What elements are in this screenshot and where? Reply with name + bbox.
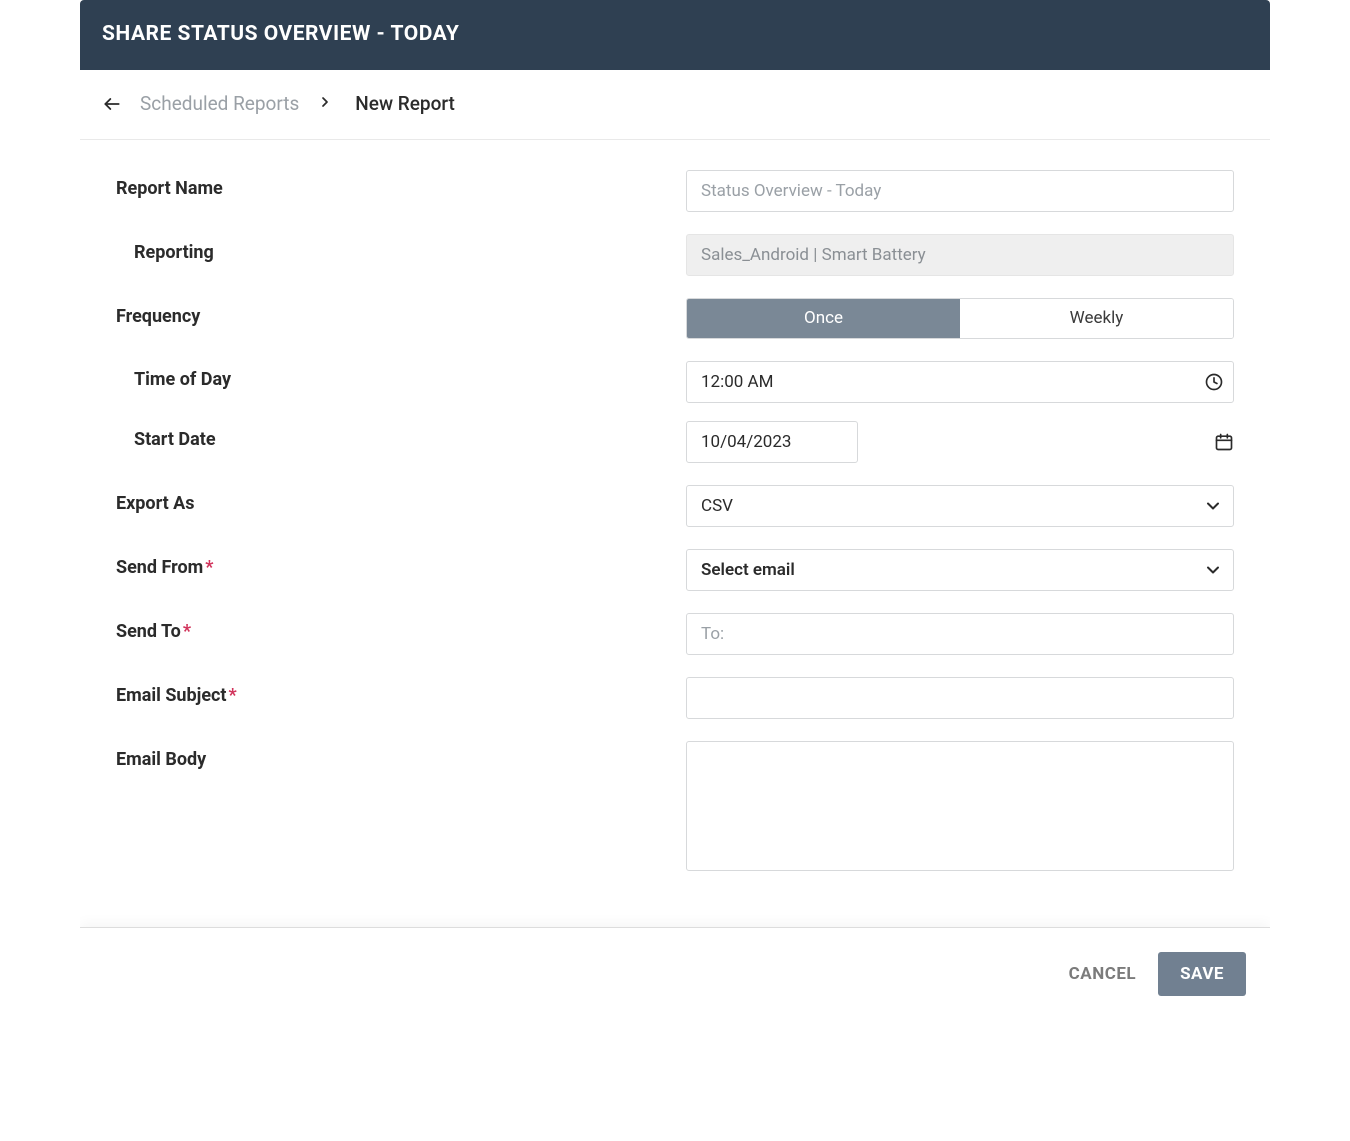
label-reporting: Reporting xyxy=(116,234,686,263)
save-button[interactable]: SAVE xyxy=(1158,952,1246,996)
cancel-button[interactable]: CANCEL xyxy=(1069,964,1136,984)
frequency-once-button[interactable]: Once xyxy=(687,299,960,338)
label-time-of-day: Time of Day xyxy=(116,361,686,390)
report-form: Report Name Reporting Sales_Android | Sm… xyxy=(80,140,1270,927)
modal-title: SHARE STATUS OVERVIEW - TODAY xyxy=(80,0,1270,70)
label-email-subject: Email Subject* xyxy=(116,677,686,706)
label-start-date: Start Date xyxy=(116,421,686,450)
reporting-value: Sales_Android | Smart Battery xyxy=(686,234,1234,276)
chevron-down-icon xyxy=(1203,496,1223,516)
label-send-from: Send From* xyxy=(116,549,686,578)
label-frequency: Frequency xyxy=(116,298,686,327)
breadcrumb-parent[interactable]: Scheduled Reports xyxy=(140,92,299,115)
chevron-right-icon xyxy=(317,94,337,114)
report-name-input[interactable] xyxy=(686,170,1234,212)
frequency-toggle: Once Weekly xyxy=(686,298,1234,339)
label-send-to: Send To* xyxy=(116,613,686,642)
send-from-value: Select email xyxy=(701,560,795,580)
export-as-select[interactable]: CSV xyxy=(686,485,1234,527)
email-body-textarea[interactable] xyxy=(686,741,1234,871)
email-subject-input[interactable] xyxy=(686,677,1234,719)
send-to-input[interactable]: To: xyxy=(686,613,1234,655)
back-arrow-icon[interactable] xyxy=(102,94,122,114)
breadcrumb-current: New Report xyxy=(355,92,455,115)
label-email-body: Email Body xyxy=(116,741,686,770)
modal-footer: CANCEL SAVE xyxy=(80,927,1270,1022)
clock-icon[interactable] xyxy=(1204,372,1224,392)
breadcrumb: Scheduled Reports New Report xyxy=(80,70,1270,140)
frequency-weekly-button[interactable]: Weekly xyxy=(960,299,1233,338)
label-report-name: Report Name xyxy=(116,170,686,199)
required-asterisk: * xyxy=(205,557,213,578)
chevron-down-icon xyxy=(1203,560,1223,580)
required-asterisk: * xyxy=(183,621,191,642)
required-asterisk: * xyxy=(229,685,237,706)
label-export-as: Export As xyxy=(116,485,686,514)
calendar-icon[interactable] xyxy=(1214,432,1234,452)
share-report-modal: SHARE STATUS OVERVIEW - TODAY Scheduled … xyxy=(80,0,1270,1022)
start-date-input[interactable] xyxy=(686,421,858,463)
export-as-value: CSV xyxy=(701,496,733,516)
send-to-prefix: To: xyxy=(701,624,724,644)
send-from-select[interactable]: Select email xyxy=(686,549,1234,591)
time-of-day-input[interactable] xyxy=(686,361,1234,403)
